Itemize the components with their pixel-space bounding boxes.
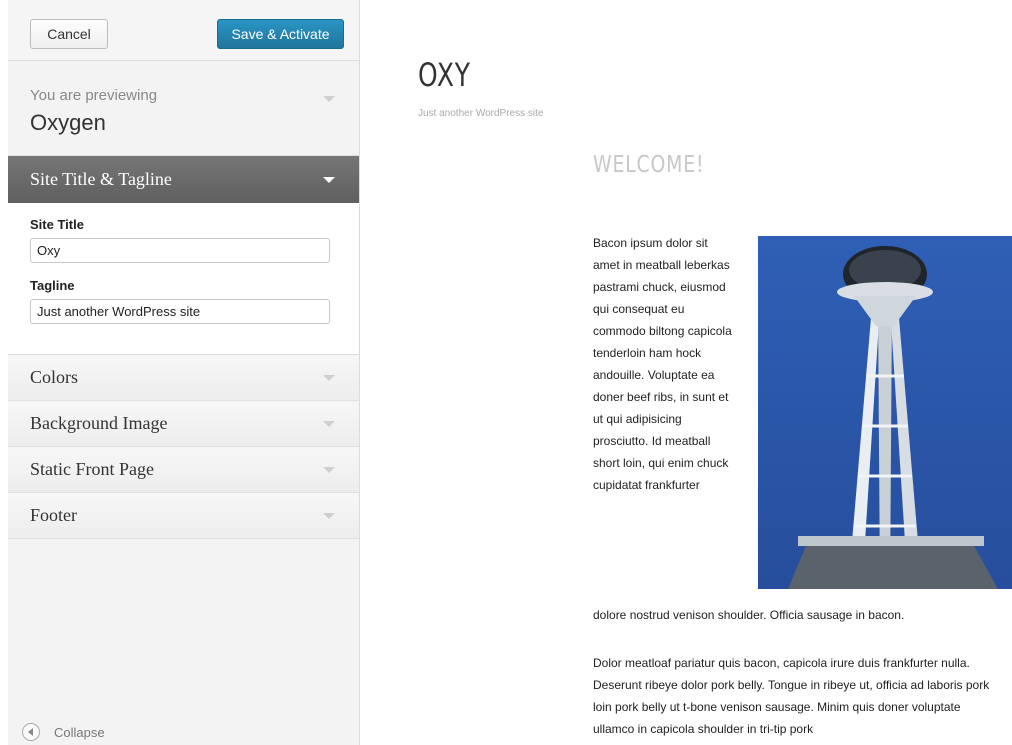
section-footer[interactable]: Footer — [8, 493, 359, 539]
previewing-label: You are previewing — [30, 87, 158, 104]
chevron-down-icon — [323, 421, 335, 427]
tagline-input[interactable] — [30, 299, 330, 324]
section-title: Static Front Page — [30, 459, 154, 479]
site-title-label: Site Title — [30, 217, 84, 232]
chevron-down-icon — [323, 177, 335, 183]
cancel-button[interactable]: Cancel — [30, 19, 108, 49]
section-colors[interactable]: Colors — [8, 355, 359, 401]
chevron-down-icon — [323, 96, 335, 102]
post-paragraph-end: dolore nostrud venison shoulder. Officia… — [593, 608, 905, 622]
chevron-down-icon — [323, 513, 335, 519]
save-activate-button[interactable]: Save & Activate — [217, 19, 344, 49]
site-title[interactable]: OXY — [418, 56, 471, 94]
sidebar-header: Cancel Save & Activate — [8, 0, 359, 61]
post-paragraph-2: Dolor meatloaf pariatur quis bacon, capi… — [593, 656, 990, 736]
tagline-label: Tagline — [30, 278, 75, 293]
site-preview: OXY Just another WordPress site WELCOME!… — [361, 0, 1012, 745]
section-title: Footer — [30, 505, 77, 525]
site-title-input[interactable] — [30, 238, 330, 263]
section-site-title-tagline[interactable]: Site Title & Tagline — [8, 156, 359, 203]
section-background-image[interactable]: Background Image — [8, 401, 359, 447]
collapse-label: Collapse — [54, 724, 105, 740]
site-tagline: Just another WordPress site — [418, 108, 544, 119]
space-needle-photo — [758, 236, 1012, 589]
theme-name: Oxygen — [30, 110, 106, 135]
section-static-front-page[interactable]: Static Front Page — [8, 447, 359, 493]
chevron-down-icon — [323, 375, 335, 381]
section-title: Site Title & Tagline — [30, 169, 172, 189]
site-title-tagline-panel: Site Title Tagline — [8, 203, 359, 355]
customizer-sidebar: Cancel Save & Activate You are previewin… — [8, 0, 360, 745]
collapse-button[interactable]: Collapse — [22, 723, 105, 741]
post-title[interactable]: WELCOME! — [593, 152, 704, 178]
section-title: Colors — [30, 367, 79, 387]
section-title: Background Image — [30, 413, 168, 433]
chevron-down-icon — [323, 467, 335, 473]
theme-info-section[interactable]: You are previewing Oxygen — [8, 61, 359, 156]
collapse-arrow-icon — [22, 723, 40, 741]
post-paragraph-wrapped: Bacon ipsum dolor sit amet in meatball l… — [593, 236, 732, 492]
